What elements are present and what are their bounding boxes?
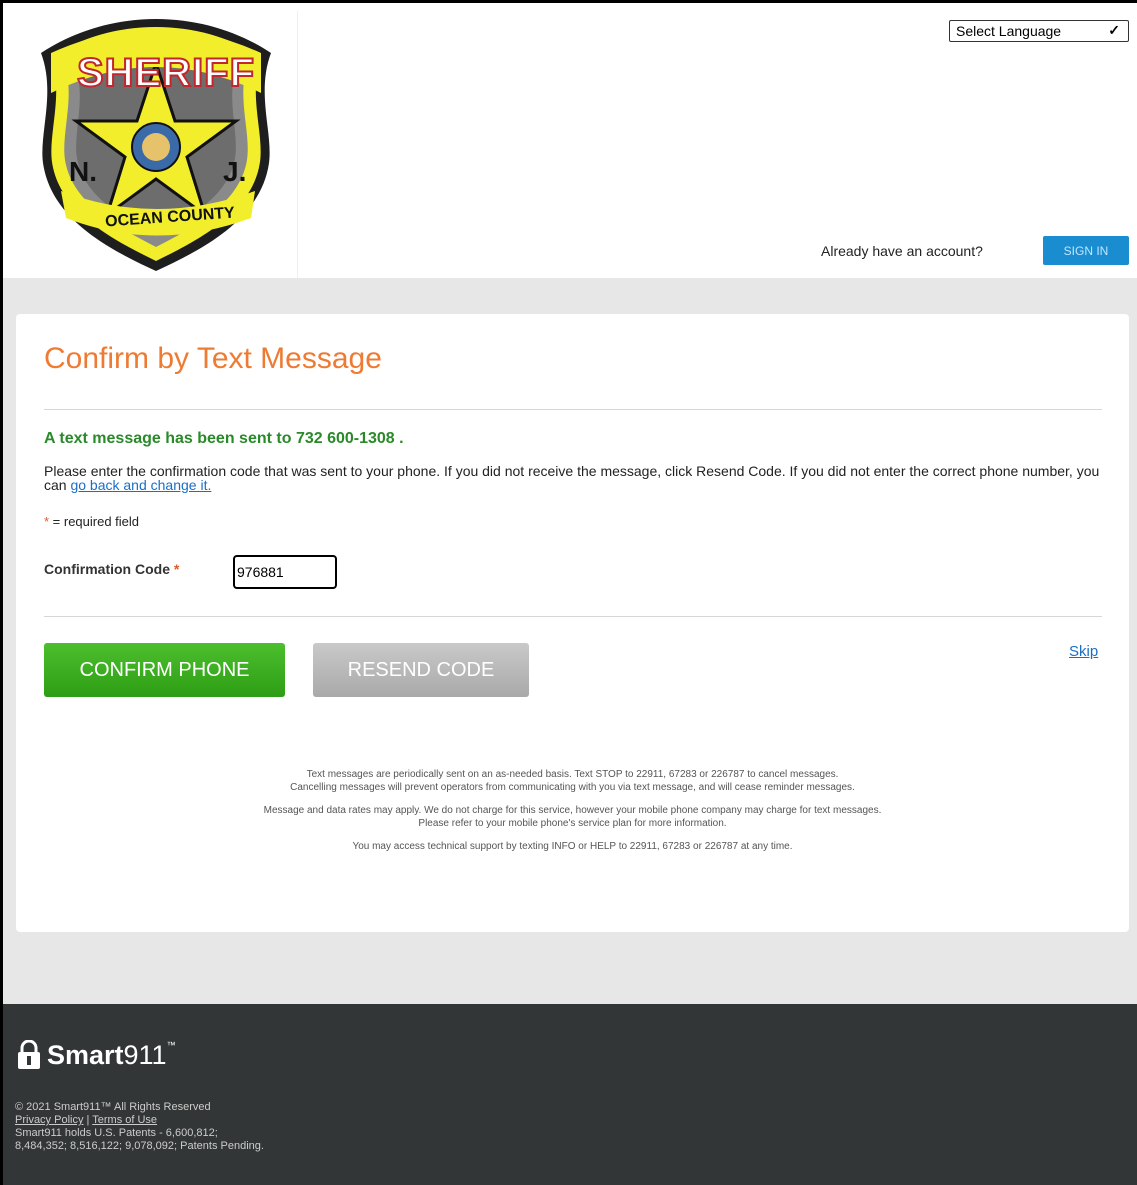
resend-code-button[interactable]: RESEND CODE (313, 643, 529, 697)
required-text: = required field (49, 514, 140, 529)
sheriff-logo: SHERIFF N. J. OCEAN COUNTY (17, 11, 298, 278)
brand-bold: Smart (47, 1040, 124, 1070)
smart911-logo: Smart911™ (47, 1040, 176, 1071)
confirmation-code-label: Confirmation Code * (44, 561, 179, 577)
privacy-policy-link[interactable]: Privacy Policy (15, 1114, 83, 1126)
logo-word-top: SHERIFF (76, 50, 256, 96)
brand-light: 911 (123, 1040, 167, 1070)
notice-stop-line1: Text messages are periodically sent on a… (306, 769, 839, 780)
skip-link[interactable]: Skip (1069, 643, 1098, 660)
page-title: Confirm by Text Message (44, 342, 382, 375)
go-back-link[interactable]: go back and change it. (70, 477, 211, 493)
copyright: © 2021 Smart911™ All Rights Reserved (15, 1101, 211, 1113)
notice-support: You may access technical support by text… (352, 841, 793, 852)
logo-left-letter: N. (69, 156, 97, 187)
footer-links: Privacy Policy | Terms of Use (15, 1114, 157, 1127)
notice-stop-line2: Cancelling messages will prevent operato… (290, 782, 855, 793)
instructions: Please enter the confirmation code that … (44, 464, 1104, 492)
divider (44, 409, 1102, 410)
already-have-account-text: Already have an account? (821, 243, 983, 259)
required-note: * = required field (44, 514, 139, 529)
language-select-value: Select Language (956, 23, 1062, 39)
patents-line2: 8,484,352; 8,516,122; 9,078,092; Patents… (15, 1140, 264, 1152)
sent-message: A text message has been sent to 732 600-… (44, 430, 404, 447)
notice-rates-line1: Message and data rates may apply. We do … (263, 805, 882, 816)
notice-rates-line2: Please refer to your mobile phone's serv… (418, 818, 727, 829)
lock-icon (18, 1040, 40, 1069)
sign-in-button[interactable]: SIGN IN (1043, 236, 1129, 265)
terms-of-use-link[interactable]: Terms of Use (92, 1114, 157, 1126)
footer: Smart911™ © 2021 Smart911™ All Rights Re… (3, 1004, 1137, 1185)
logo-right-letter: J. (223, 156, 247, 187)
language-select[interactable]: Select Language ✓ (949, 20, 1129, 42)
required-asterisk: * (173, 561, 180, 577)
confirm-phone-button[interactable]: CONFIRM PHONE (44, 643, 285, 697)
confirmation-code-label-text: Confirmation Code (44, 561, 170, 577)
chevron-down-icon: ✓ (1108, 22, 1120, 38)
footer-separator: | (86, 1114, 90, 1126)
divider (44, 616, 1102, 617)
patents-line1: Smart911 holds U.S. Patents - 6,600,812; (15, 1127, 218, 1139)
confirm-card: Confirm by Text Message A text message h… (16, 314, 1129, 932)
confirmation-code-input[interactable] (233, 555, 337, 589)
header: SHERIFF N. J. OCEAN COUNTY Select Langua… (3, 3, 1137, 278)
brand-tm: ™ (166, 1040, 176, 1050)
